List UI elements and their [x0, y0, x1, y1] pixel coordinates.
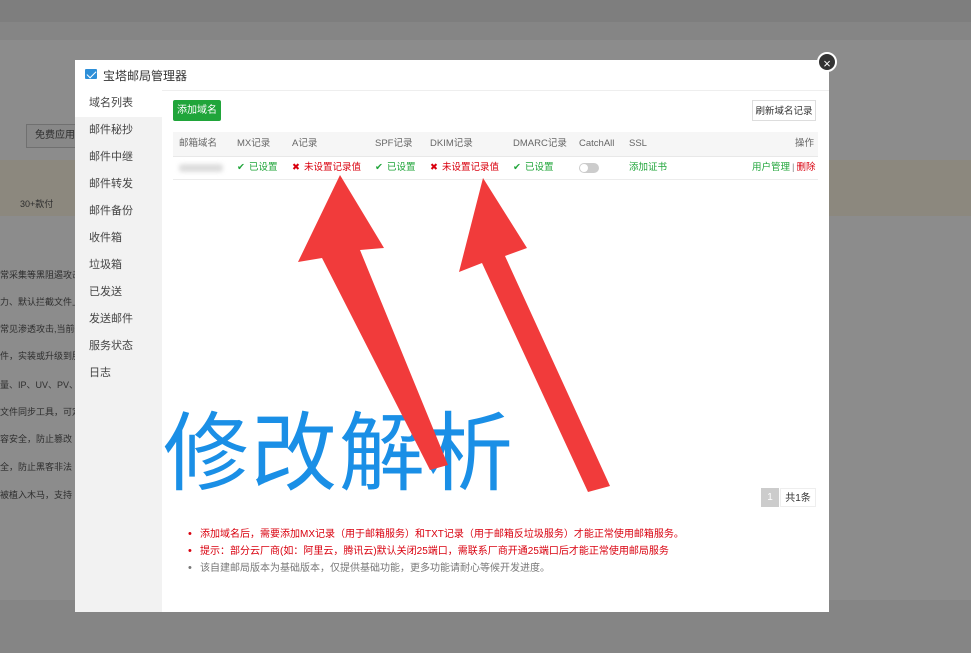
cross-icon: ✖ [430, 162, 438, 173]
sidebar-item-domain-list[interactable]: 域名列表 [75, 90, 162, 117]
check-icon: ✔ [513, 162, 521, 173]
column-header-mx: MX记录 [237, 138, 271, 149]
sidebar: 域名列表 邮件秘抄 邮件中继 邮件转发 邮件备份 收件箱 垃圾箱 已发送 发送邮… [75, 90, 162, 612]
pagination-current-page[interactable]: 1 [761, 488, 779, 507]
tips-list: 添加域名后，需要添加MX记录（用于邮箱服务）和TXT记录（用于邮箱反垃圾服务）才… [188, 526, 808, 577]
dkim-status[interactable]: ✖ 未设置记录值 [430, 157, 499, 179]
modal-title: 宝塔邮局管理器 [103, 69, 188, 83]
column-header-domain: 邮箱域名 [179, 138, 218, 149]
table-row: ✔ 已设置 ✖ 未设置记录值 ✔ 已设置 ✖ 未设置记录值 ✔ 已设置 添加证书 用户管理… [173, 157, 818, 180]
column-header-dmarc: DMARC记录 [513, 138, 567, 149]
tip-item: 该自建邮局版本为基础版本，仅提供基础功能，更多功能请耐心等候开发进度。 [188, 560, 808, 577]
sidebar-item-spam[interactable]: 垃圾箱 [75, 252, 162, 279]
cross-icon: ✖ [292, 162, 300, 173]
catchall-toggle[interactable] [579, 163, 599, 173]
a-record-status[interactable]: ✖ 未设置记录值 [292, 157, 361, 179]
domain-name-blurred [179, 157, 223, 181]
check-icon: ✔ [375, 162, 383, 173]
sidebar-item-mail-forward[interactable]: 邮件转发 [75, 171, 162, 198]
column-header-dkim: DKIM记录 [430, 138, 473, 149]
operations-separator: | [792, 162, 795, 173]
mail-icon [85, 69, 97, 79]
sidebar-item-sent[interactable]: 已发送 [75, 279, 162, 306]
column-header-ssl: SSL [629, 138, 647, 149]
add-certificate-link[interactable]: 添加证书 [629, 157, 667, 179]
sidebar-item-mail-bcc[interactable]: 邮件秘抄 [75, 117, 162, 144]
column-header-operations: 操作 [795, 138, 815, 149]
add-domain-button[interactable]: 添加域名 [173, 100, 221, 121]
annotation-text: 修改解析 [163, 404, 515, 504]
check-icon: ✔ [237, 162, 245, 173]
delete-link[interactable]: 删除 [796, 162, 815, 173]
mx-status: ✔ 已设置 [237, 162, 278, 173]
table-header: 邮箱域名 MX记录 A记录 SPF记录 DKIM记录 DMARC记录 Catch… [173, 132, 818, 157]
sidebar-item-service-status[interactable]: 服务状态 [75, 333, 162, 360]
pagination-total: 共1条 [780, 488, 816, 507]
refresh-domain-records-button[interactable]: 刷新域名记录 [752, 100, 816, 121]
sidebar-item-inbox[interactable]: 收件箱 [75, 225, 162, 252]
column-header-spf: SPF记录 [375, 138, 413, 149]
row-operations: 用户管理 | 删除 [752, 157, 816, 179]
sidebar-item-mail-backup[interactable]: 邮件备份 [75, 198, 162, 225]
modal-header: 宝塔邮局管理器 [75, 60, 829, 91]
sidebar-item-mail-relay[interactable]: 邮件中继 [75, 144, 162, 171]
user-management-link[interactable]: 用户管理 [752, 162, 790, 173]
dmarc-status: ✔ 已设置 [513, 162, 554, 173]
column-header-catchall: CatchAll [579, 138, 615, 149]
tip-item: 提示：部分云厂商(如：阿里云，腾讯云)默认关闭25端口，需联系厂商开通25端口后… [188, 543, 808, 560]
sidebar-item-send-mail[interactable]: 发送邮件 [75, 306, 162, 333]
sidebar-item-logs[interactable]: 日志 [75, 360, 162, 387]
spf-status: ✔ 已设置 [375, 162, 416, 173]
mail-manager-modal: 宝塔邮局管理器 域名列表 邮件秘抄 邮件中继 邮件转发 邮件备份 收件箱 垃圾箱… [75, 60, 829, 612]
tip-item: 添加域名后，需要添加MX记录（用于邮箱服务）和TXT记录（用于邮箱反垃圾服务）才… [188, 526, 808, 543]
modal-close-button[interactable]: × [817, 52, 837, 72]
column-header-a: A记录 [292, 138, 318, 149]
